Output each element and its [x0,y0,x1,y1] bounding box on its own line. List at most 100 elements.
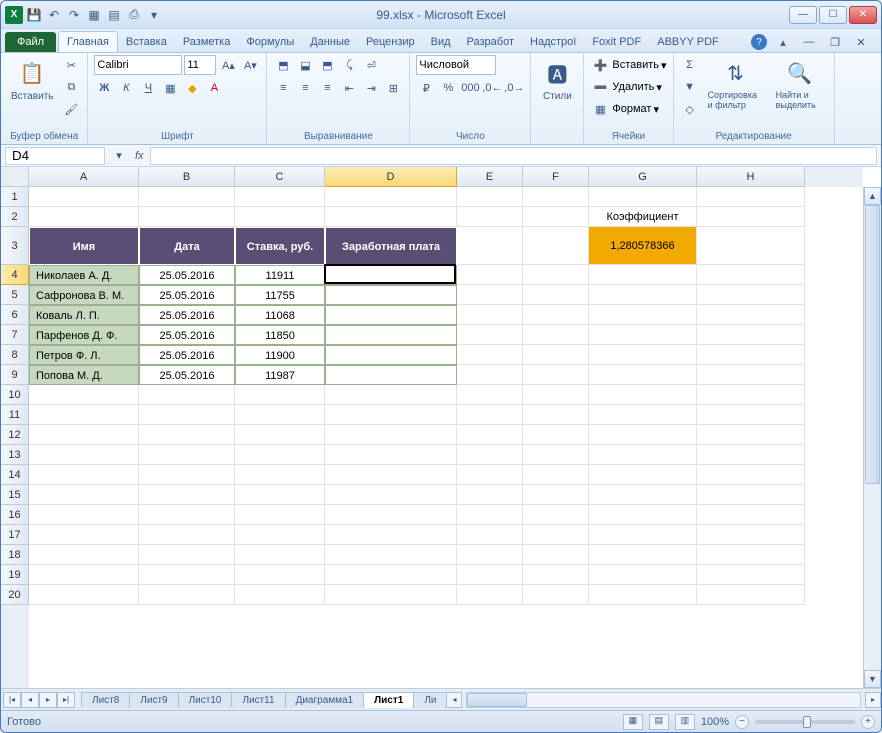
cell-B13[interactable] [139,445,235,465]
vscroll-track[interactable] [864,205,881,670]
font-size-select[interactable] [184,55,216,75]
cell-F14[interactable] [523,465,589,485]
excel-icon[interactable]: X [5,6,23,24]
column-header-G[interactable]: G [589,167,697,187]
cell-G12[interactable] [589,425,697,445]
cell-G14[interactable] [589,465,697,485]
doc-restore-icon[interactable]: ❐ [825,32,845,52]
row-header-3[interactable]: 3 [1,227,29,265]
cell-A10[interactable] [29,385,139,405]
italic-icon[interactable]: К [116,78,136,98]
cell-F9[interactable] [523,365,589,385]
cell-A15[interactable] [29,485,139,505]
help-icon[interactable]: ? [751,34,767,50]
ribbon-tab-foxit pdf[interactable]: Foxit PDF [584,32,649,52]
cell-D14[interactable] [325,465,457,485]
sheet-last-button[interactable]: ▸| [57,692,75,708]
ribbon-tab-разметка[interactable]: Разметка [175,32,239,52]
row-header-2[interactable]: 2 [1,207,29,227]
number-format-select[interactable] [416,55,496,75]
row-header-6[interactable]: 6 [1,305,29,325]
align-bottom-icon[interactable]: ⬒ [317,55,337,75]
cell-H16[interactable] [697,505,805,525]
row-header-19[interactable]: 19 [1,565,29,585]
doc-minimize-icon[interactable]: — [799,32,819,52]
cell-G15[interactable] [589,485,697,505]
cell-D17[interactable] [325,525,457,545]
cell-F8[interactable] [523,345,589,365]
column-header-F[interactable]: F [523,167,589,187]
cell-D9[interactable] [325,365,457,385]
scroll-down-button[interactable]: ▼ [864,670,881,688]
cell-H1[interactable] [697,187,805,207]
new-icon[interactable]: ▦ [85,6,103,24]
cell-A14[interactable] [29,465,139,485]
row-header-12[interactable]: 12 [1,425,29,445]
cell-H6[interactable] [697,305,805,325]
cell-A2[interactable] [29,207,139,227]
align-right-icon[interactable]: ≡ [317,78,337,98]
cell-H11[interactable] [697,405,805,425]
formula-input[interactable] [150,147,877,165]
cell-E17[interactable] [457,525,523,545]
cell-G3[interactable]: 1,280578366 [589,227,697,265]
cell-G10[interactable] [589,385,697,405]
font-name-select[interactable] [94,55,182,75]
cell-E1[interactable] [457,187,523,207]
cell-F7[interactable] [523,325,589,345]
cell-F10[interactable] [523,385,589,405]
sort-filter-button[interactable]: ⇅ Сортировка и фильтр [704,55,768,113]
cell-A18[interactable] [29,545,139,565]
cell-H7[interactable] [697,325,805,345]
zoom-level[interactable]: 100% [701,716,729,728]
cell-D1[interactable] [325,187,457,207]
cell-B7[interactable]: 25.05.2016 [139,325,235,345]
cell-B8[interactable]: 25.05.2016 [139,345,235,365]
delete-cells-button[interactable]: ➖Удалить ▾ [590,77,662,97]
cell-G1[interactable] [589,187,697,207]
cell-B9[interactable]: 25.05.2016 [139,365,235,385]
cell-E15[interactable] [457,485,523,505]
vscroll-thumb[interactable] [865,205,880,484]
column-header-B[interactable]: B [139,167,235,187]
cell-G11[interactable] [589,405,697,425]
cell-F19[interactable] [523,565,589,585]
select-all-corner[interactable] [1,167,29,187]
cell-D8[interactable] [325,345,457,365]
ribbon-tab-данные[interactable]: Данные [302,32,358,52]
merge-icon[interactable]: ⊞ [383,78,403,98]
cell-C17[interactable] [235,525,325,545]
name-box[interactable] [5,147,105,165]
cell-G7[interactable] [589,325,697,345]
cell-D2[interactable] [325,207,457,227]
row-header-5[interactable]: 5 [1,285,29,305]
cell-D7[interactable] [325,325,457,345]
fx-button[interactable]: fx [129,150,150,162]
cell-E7[interactable] [457,325,523,345]
open-icon[interactable]: ▤ [105,6,123,24]
align-middle-icon[interactable]: ⬓ [295,55,315,75]
underline-icon[interactable]: Ч [138,78,158,98]
qat-dropdown-icon[interactable]: ▾ [145,6,163,24]
cell-G5[interactable] [589,285,697,305]
cell-B17[interactable] [139,525,235,545]
sheet-tab-Лист9[interactable]: Лист9 [129,692,178,708]
minimize-button[interactable]: — [789,6,817,24]
cell-F4[interactable] [523,265,589,285]
redo-icon[interactable]: ↷ [65,6,83,24]
cell-B1[interactable] [139,187,235,207]
close-button[interactable]: ✕ [849,6,877,24]
cell-D11[interactable] [325,405,457,425]
cell-G13[interactable] [589,445,697,465]
maximize-button[interactable]: ☐ [819,6,847,24]
cell-C4[interactable]: 11911 [235,265,325,285]
copy-icon[interactable]: ⧉ [61,77,81,97]
cell-C20[interactable] [235,585,325,605]
undo-icon[interactable]: ↶ [45,6,63,24]
cell-F15[interactable] [523,485,589,505]
cell-F18[interactable] [523,545,589,565]
cell-H10[interactable] [697,385,805,405]
ribbon-tab-рецензир[interactable]: Рецензир [358,32,423,52]
cell-D20[interactable] [325,585,457,605]
cell-D16[interactable] [325,505,457,525]
